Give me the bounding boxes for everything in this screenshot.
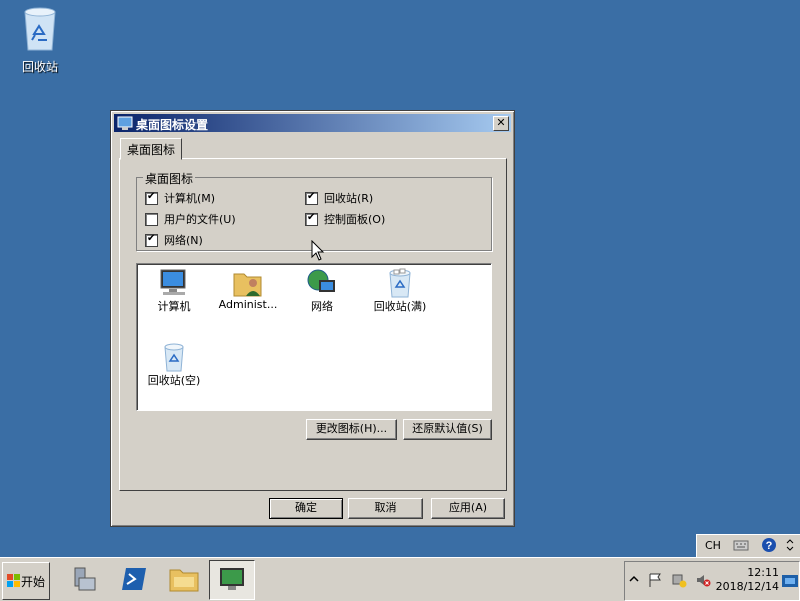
checkbox-recycle-bin[interactable]: 回收站(R) [305,190,373,206]
show-desktop-icon[interactable] [782,574,798,591]
taskbar: 开始 12:11 2018/12/14 [0,557,800,601]
start-button[interactable]: 开始 [2,562,50,600]
checkbox-label: 回收站(R) [324,192,374,205]
network-icon [307,269,335,292]
checkbox-user-files[interactable]: 用户的文件(U) [145,211,236,227]
clock-time: 12:11 [747,566,779,579]
close-button[interactable]: ✕ [493,116,509,131]
system-tray: 12:11 2018/12/14 [624,561,800,601]
clock[interactable]: 12:11 2018/12/14 [716,566,779,594]
mouse-cursor-icon [311,240,325,261]
monitor-icon [220,568,244,590]
folder-icon [169,569,199,592]
desktop-recycle-bin-label: 回收站 [21,60,58,74]
recycle-bin-full-icon [389,268,411,298]
display-settings-icon [117,115,133,134]
list-item-user-files[interactable]: Administ... [211,268,285,311]
list-item-computer[interactable]: 计算机 [137,268,211,314]
list-item-label: Administ... [218,298,278,311]
language-bar: CH ? [696,534,800,558]
server-manager-icon [74,567,96,591]
computer-icon [160,269,186,295]
options-arrow-icon[interactable] [785,537,795,556]
checkbox-label: 网络(N) [164,234,203,247]
list-item-recycle-bin-empty[interactable]: 回收站(空) [137,342,211,388]
powershell-icon [122,568,146,590]
desktop-recycle-bin[interactable]: 回收站 [14,6,66,75]
network-status-icon[interactable] [671,572,687,591]
clock-date: 2018/12/14 [715,580,779,593]
checkbox-box [305,191,318,205]
dialog-titlebar[interactable]: 桌面图标设置 ✕ [114,114,511,132]
show-hidden-icons-chevron-icon[interactable] [629,574,639,588]
checkbox-label: 计算机(M) [164,192,216,205]
volume-muted-icon[interactable] [695,572,711,591]
checkbox-box [145,233,158,247]
dialog-title: 桌面图标设置 [136,118,209,132]
start-label: 开始 [20,574,45,589]
help-icon[interactable]: ? [761,537,777,556]
checkbox-box [145,212,158,226]
checkbox-network[interactable]: 网络(N) [145,232,203,248]
tab-panel: 桌面图标 计算机(M) 回收站(R) 用户的文件(U) 控制面板(O) 网络(N… [119,158,507,491]
list-item-label: 回收站(满) [373,300,427,313]
ok-button[interactable]: 确定 [269,498,343,519]
list-item-label: 网络 [311,300,333,313]
taskbar-explorer[interactable] [162,560,206,598]
list-item-recycle-bin-full[interactable]: 回收站(满) [363,268,437,314]
apply-button[interactable]: 应用(A) [431,498,505,519]
list-item-network[interactable]: 网络 [285,268,359,314]
group-label: 桌面图标 [143,170,196,187]
checkbox-label: 用户的文件(U) [164,213,236,226]
tab-desktop-icons[interactable]: 桌面图标 [120,138,183,160]
change-icon-button[interactable]: 更改图标(H)... [306,419,397,440]
checkbox-computer[interactable]: 计算机(M) [145,190,215,206]
checkbox-control-panel[interactable]: 控制面板(O) [305,211,385,227]
list-item-label: 回收站(空) [147,374,201,387]
restore-default-button[interactable]: 还原默认值(S) [403,419,492,440]
language-indicator[interactable]: CH [705,539,721,552]
taskbar-server-manager[interactable] [62,560,106,598]
cancel-button[interactable]: 取消 [348,498,423,519]
icon-list-view[interactable]: 计算机 Administ... 网络 回收站(满) 回收站(空) [136,263,492,411]
checkbox-label: 控制面板(O) [324,213,386,226]
close-icon: ✕ [496,116,506,129]
svg-text:?: ? [766,540,773,552]
keyboard-icon[interactable] [733,538,749,555]
taskbar-powershell[interactable] [112,560,156,598]
recycle-bin-icon [24,7,56,51]
list-item-label: 计算机 [157,300,191,313]
action-center-flag-icon[interactable] [647,572,663,591]
recycle-bin-empty-icon [164,343,184,372]
desktop-icon-settings-dialog: 桌面图标设置 ✕ 桌面图标 桌面图标 计算机(M) 回收站(R) 用户的文件(U… [110,110,515,527]
windows-logo-icon [6,574,20,587]
checkbox-box [145,191,158,205]
taskbar-display-settings[interactable] [209,560,255,600]
user-folder-icon [233,273,262,297]
checkbox-box [305,212,318,226]
